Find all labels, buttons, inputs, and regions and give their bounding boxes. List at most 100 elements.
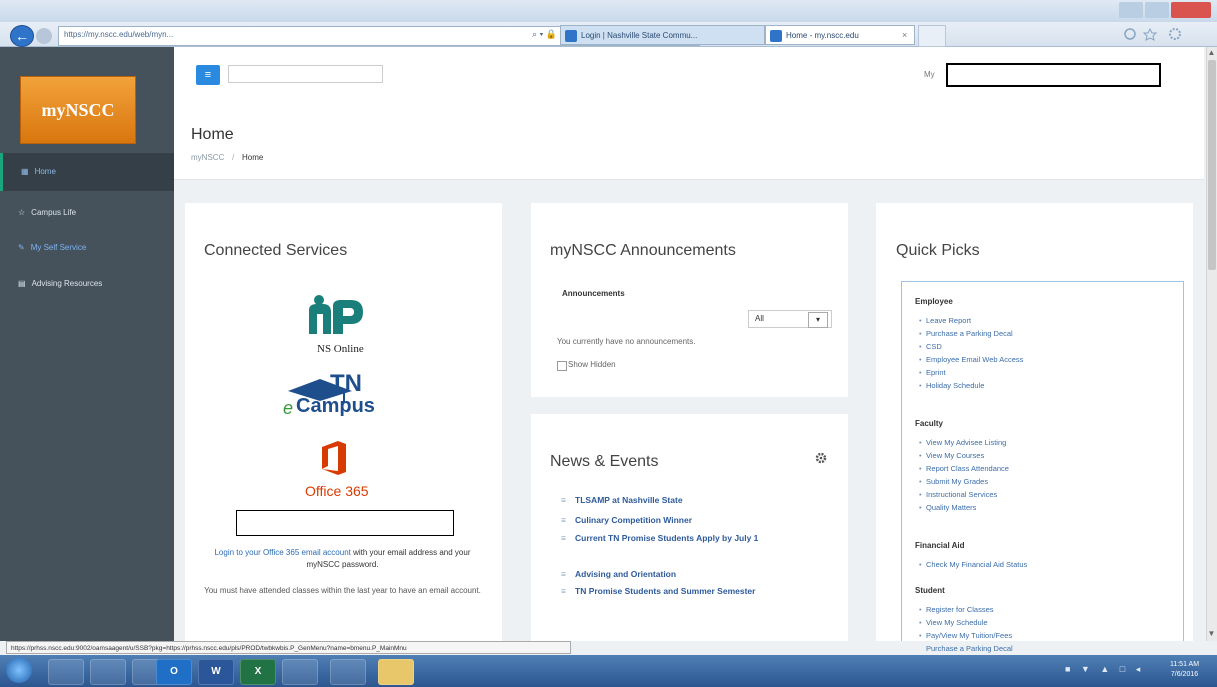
quick-pick-link[interactable]: Eprint <box>919 368 945 377</box>
clock-date: 7/6/2016 <box>1170 671 1199 678</box>
back-arrow-icon: ← <box>15 28 29 44</box>
home-star-gear-icons <box>1124 27 1181 41</box>
mynscc-logo[interactable]: myNSCC <box>20 76 136 144</box>
quick-pick-link[interactable]: Submit My Grades <box>919 477 988 486</box>
chevron-down-icon[interactable]: ▾ <box>808 312 828 328</box>
ie-icon[interactable] <box>48 659 84 685</box>
quick-pick-link[interactable]: Report Class Attendance <box>919 464 1009 473</box>
office-365-logo-icon[interactable] <box>320 441 348 475</box>
breadcrumb-separator: / <box>232 153 235 162</box>
news-item-link[interactable]: Culinary Competition Winner <box>561 513 830 527</box>
quick-pick-link[interactable]: Quality Matters <box>919 503 976 512</box>
forward-button[interactable] <box>36 28 52 44</box>
user-menu-prefix[interactable]: My <box>924 70 935 79</box>
window-controls <box>1119 2 1211 18</box>
quick-pick-link[interactable]: View My Courses <box>919 451 984 460</box>
system-tray-icons[interactable]: ■ ▼ ▲ □ ◂ <box>1065 664 1144 675</box>
search-input[interactable] <box>228 65 383 83</box>
new-tab-button[interactable] <box>918 25 946 47</box>
news-item-link[interactable]: Current TN Promise Students Apply by Jul… <box>561 531 830 545</box>
java-icon[interactable] <box>330 659 366 685</box>
quick-pick-link[interactable]: Leave Report <box>919 316 971 325</box>
connected-services-title: Connected Services <box>204 242 348 259</box>
tab-home[interactable]: Home - my.nscc.edu <box>765 25 915 45</box>
folder-icon[interactable] <box>378 659 414 685</box>
status-bar-url: https://prhss.nscc.edu:9002/oamsaagent/u… <box>6 641 571 654</box>
minimize-button[interactable] <box>1119 2 1143 18</box>
show-hidden-label[interactable]: Show Hidden <box>568 360 616 369</box>
tn-ecampus-text-bottom[interactable]: Campus <box>296 395 375 418</box>
word-icon[interactable]: W <box>198 659 234 685</box>
sidebar-item-my-self-service[interactable]: ✎ My Self Service <box>0 229 174 267</box>
announcements-empty-text: You currently have no announcements. <box>557 337 696 346</box>
ns-online-logo-icon[interactable] <box>305 294 365 336</box>
sidebar-item-home[interactable]: ▦ Home <box>0 153 174 191</box>
news-item-link[interactable]: Advising and Orientation <box>561 567 830 581</box>
show-hidden-checkbox[interactable] <box>557 361 567 371</box>
grid-icon: ▦ <box>21 167 29 176</box>
breadcrumb-root-link[interactable]: myNSCC <box>191 153 224 162</box>
quick-pick-link[interactable]: View My Advisee Listing <box>919 438 1006 447</box>
quick-pick-link[interactable]: Check My Financial Aid Status <box>919 560 1027 569</box>
star-icon: ☆ <box>18 208 26 217</box>
favicon-icon <box>770 30 782 42</box>
tn-ecampus-text-e[interactable]: e <box>283 398 293 419</box>
list-icon: ▤ <box>18 279 26 288</box>
quick-pick-link[interactable]: Instructional Services <box>919 490 997 499</box>
news-events-title: News & Events <box>550 453 659 470</box>
office-login-link[interactable]: Login to your Office 365 email account <box>214 548 350 557</box>
tn-ecampus-text-top[interactable]: TN <box>330 370 362 398</box>
quick-pick-link[interactable]: Purchase a Parking Decal <box>926 644 1013 654</box>
quick-pick-link[interactable]: Pay/View My Tuition/Fees <box>919 631 1012 640</box>
taskbar-clock[interactable]: 11:51 AM 7/6/2016 <box>1162 660 1207 680</box>
edit-icon: ✎ <box>18 243 25 252</box>
close-tab-icon[interactable]: × <box>902 30 907 40</box>
sidebar-item-advising-resources[interactable]: ▤ Advising Resources <box>0 265 174 303</box>
pen-icon[interactable] <box>282 659 318 685</box>
scroll-up-icon[interactable]: ▲ <box>1206 48 1217 60</box>
office-365-label[interactable]: Office 365 <box>305 483 369 499</box>
maximize-button[interactable] <box>1145 2 1169 18</box>
favicon-icon <box>565 30 577 42</box>
sidebar-item-label: My Self Service <box>30 243 87 252</box>
menu-toggle-button[interactable]: ≡ <box>196 65 220 85</box>
quick-picks-title: Quick Picks <box>896 242 980 259</box>
ns-online-label[interactable]: NS Online <box>317 343 364 355</box>
excel-icon[interactable]: X <box>240 659 276 685</box>
gear-icon[interactable] <box>815 452 827 464</box>
announcements-subtitle: Announcements <box>562 289 625 298</box>
quick-pick-link[interactable]: Employee Email Web Access <box>919 355 1023 364</box>
browser-tools-icons[interactable] <box>1120 27 1190 44</box>
tab-label: Home - my.nscc.edu <box>786 31 859 40</box>
close-window-button[interactable] <box>1171 2 1211 18</box>
window-titlebar <box>0 0 1217 22</box>
quick-picks-heading-financial-aid: Financial Aid <box>915 541 965 550</box>
scrollbar-thumb[interactable] <box>1208 60 1216 270</box>
quick-picks-heading-student: Student <box>915 586 945 595</box>
clock-time: 11:51 AM <box>1169 661 1200 668</box>
news-events-card <box>531 414 848 641</box>
quick-pick-link[interactable]: Holiday Schedule <box>919 381 984 390</box>
sidebar-item-campus-life[interactable]: ☆ Campus Life <box>0 194 174 232</box>
back-button[interactable]: ← <box>10 25 34 47</box>
chrome-icon[interactable] <box>90 659 126 685</box>
tab-login[interactable]: Login | Nashville State Commu... <box>560 25 765 45</box>
quick-pick-link[interactable]: Register for Classes <box>919 605 993 614</box>
outlook-icon[interactable]: O <box>156 659 192 685</box>
scroll-down-icon[interactable]: ▼ <box>1206 629 1217 641</box>
sidebar-item-label: Advising Resources <box>31 279 103 288</box>
sidebar-item-label: Campus Life <box>31 208 77 217</box>
start-button[interactable] <box>6 657 32 683</box>
quick-pick-link[interactable]: CSD <box>919 342 942 351</box>
redacted-box <box>236 510 454 536</box>
quick-pick-link[interactable]: View My Schedule <box>919 618 988 627</box>
office-login-instructions: Login to your Office 365 email account w… <box>200 547 485 571</box>
quick-pick-link[interactable]: Purchase a Parking Decal <box>919 329 1013 338</box>
news-item-link[interactable]: TLSAMP at Nashville State <box>561 493 830 507</box>
address-url[interactable]: https://my.nscc.edu/web/myn... <box>64 30 173 39</box>
news-item-link[interactable]: TN Promise Students and Summer Semester <box>561 584 830 598</box>
announcements-title: myNSCC Announcements <box>550 242 736 259</box>
quick-picks-heading-employee: Employee <box>915 297 953 306</box>
quick-picks-heading-faculty: Faculty <box>915 419 944 428</box>
breadcrumb-current: Home <box>242 153 264 162</box>
